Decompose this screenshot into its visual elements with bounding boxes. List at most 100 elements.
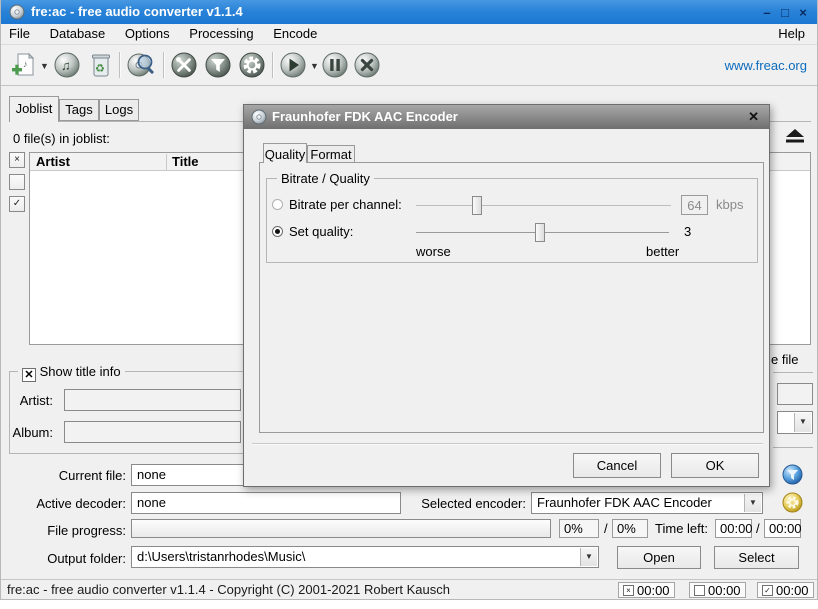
cancel-button[interactable]: Cancel xyxy=(573,453,661,478)
dialog-title: Fraunhofer FDK AAC Encoder xyxy=(272,109,458,124)
active-decoder-label: Active decoder: xyxy=(1,496,126,511)
encoder-config-dialog: Fraunhofer FDK AAC Encoder ✕ Quality For… xyxy=(243,104,770,487)
minimize-button[interactable]: – xyxy=(759,5,775,20)
window-title: fre:ac - free audio converter v1.1.4 xyxy=(31,4,243,19)
time-left-total: 00:00 xyxy=(764,519,801,538)
maximize-button[interactable]: □ xyxy=(777,5,793,20)
quality-slider[interactable] xyxy=(416,232,669,233)
column-title[interactable]: Title xyxy=(172,154,199,169)
better-label: better xyxy=(646,244,679,259)
menu-help[interactable]: Help xyxy=(772,26,811,41)
dialog-titlebar: Fraunhofer FDK AAC Encoder ✕ xyxy=(244,105,769,129)
app-icon xyxy=(9,4,25,20)
bitrate-slider-handle[interactable] xyxy=(472,196,482,215)
quality-slider-handle[interactable] xyxy=(535,223,545,242)
album-label: Album: xyxy=(1,425,53,440)
selected-encoder-select[interactable]: Fraunhofer FDK AAC Encoder ▼ xyxy=(531,492,763,514)
configure-encoder-icon[interactable] xyxy=(238,51,266,79)
artist-label: Artist: xyxy=(1,393,53,408)
bitrate-value-field[interactable]: 64 xyxy=(681,195,708,215)
select-all-glyph: × xyxy=(623,585,634,596)
select-button[interactable]: Select xyxy=(714,546,799,569)
joblist-count: 0 file(s) in joblist: xyxy=(13,131,110,146)
add-files-dropdown-icon[interactable]: ▼ xyxy=(40,61,49,71)
eject-disc-icon[interactable] xyxy=(785,128,805,144)
toolbar-separator xyxy=(119,52,120,78)
right-panel-combo-fragment[interactable]: ▼ xyxy=(777,411,813,434)
selected-time-indicator: × 00:00 xyxy=(618,582,675,598)
select-all-button[interactable]: × xyxy=(9,152,25,168)
stop-conversion-icon[interactable] xyxy=(353,51,381,79)
show-title-info-checkbox[interactable]: ✕ xyxy=(22,368,36,382)
toggle-selection-button[interactable]: ✓ xyxy=(9,196,25,212)
bitrate-radio-label: Bitrate per channel: xyxy=(289,197,402,212)
chevron-down-icon[interactable]: ▼ xyxy=(580,548,597,566)
bitrate-slider[interactable] xyxy=(416,205,671,206)
menu-processing[interactable]: Processing xyxy=(181,24,261,45)
output-folder-select[interactable]: d:\Users\tristanrhodes\Music\ ▼ xyxy=(131,546,599,568)
dialog-icon xyxy=(251,109,267,125)
dialog-tab-quality[interactable]: Quality xyxy=(263,143,307,163)
ok-button[interactable]: OK xyxy=(671,453,759,478)
general-settings-icon[interactable] xyxy=(170,51,198,79)
clear-joblist-icon[interactable]: ♻ xyxy=(89,51,113,79)
current-file-label: Current file: xyxy=(1,468,126,483)
svg-text:♻: ♻ xyxy=(95,63,105,75)
dialog-close-button[interactable]: ✕ xyxy=(748,109,759,125)
start-conversion-icon[interactable] xyxy=(279,51,307,79)
chevron-down-icon[interactable]: ▼ xyxy=(794,413,811,432)
album-field[interactable] xyxy=(64,421,241,443)
show-title-info-row: ✕ Show title info xyxy=(18,364,125,382)
unselected-time: 00:00 xyxy=(708,583,741,598)
tab-joblist[interactable]: Joblist xyxy=(9,96,59,122)
tab-logs[interactable]: Logs xyxy=(99,99,139,121)
add-files-icon[interactable]: ♪ xyxy=(9,51,37,79)
start-dropdown-icon[interactable]: ▼ xyxy=(310,61,319,71)
encoder-settings-gear-icon[interactable] xyxy=(782,492,803,513)
select-none-button[interactable] xyxy=(9,174,25,190)
pause-conversion-icon[interactable] xyxy=(321,51,349,79)
svg-text:♪: ♪ xyxy=(23,59,28,69)
close-button[interactable]: × xyxy=(795,5,811,20)
file-progress-label: File progress: xyxy=(1,523,126,538)
processing-funnel-icon[interactable] xyxy=(782,464,803,485)
unselected-time-indicator: 00:00 xyxy=(689,582,746,598)
menu-options[interactable]: Options xyxy=(117,24,178,45)
chevron-down-icon[interactable]: ▼ xyxy=(744,494,761,512)
right-panel-field-fragment[interactable] xyxy=(777,383,813,405)
selected-encoder-label: Selected encoder: xyxy=(401,496,526,511)
column-artist[interactable]: Artist xyxy=(36,154,70,169)
window-titlebar: fre:ac - free audio converter v1.1.4 – □… xyxy=(1,0,817,24)
toggle-glyph: ✓ xyxy=(762,585,773,596)
right-panel-fragment-label: e file xyxy=(771,352,798,367)
tab-tags[interactable]: Tags xyxy=(59,99,99,121)
artist-field[interactable] xyxy=(64,389,241,411)
toolbar: ♪ ▼ ♫ ♻ xyxy=(1,45,817,86)
total-time: 00:00 xyxy=(776,583,809,598)
menu-database[interactable]: Database xyxy=(42,24,114,45)
bitrate-radio[interactable] xyxy=(272,199,283,210)
toolbar-separator xyxy=(272,52,273,78)
right-panel-group-line xyxy=(773,372,813,373)
time-left-label: Time left: xyxy=(631,521,708,536)
menu-encode[interactable]: Encode xyxy=(265,24,325,45)
cddb-query-icon[interactable] xyxy=(126,51,158,79)
selected-encoder-value: Fraunhofer FDK AAC Encoder xyxy=(537,495,712,510)
open-button[interactable]: Open xyxy=(617,546,701,569)
signal-processing-icon[interactable] xyxy=(204,51,232,79)
bitrate-unit-label: kbps xyxy=(716,197,743,212)
menu-file[interactable]: File xyxy=(1,24,38,45)
time-left-current: 00:00 xyxy=(715,519,752,538)
statusbar-text: fre:ac - free audio converter v1.1.4 - C… xyxy=(7,582,450,597)
column-divider[interactable] xyxy=(166,154,167,170)
selected-time: 00:00 xyxy=(637,583,670,598)
toolbar-separator xyxy=(163,52,164,78)
quality-value: 3 xyxy=(684,224,691,239)
worse-label: worse xyxy=(416,244,451,259)
freac-website-link[interactable]: www.freac.org xyxy=(725,58,807,73)
dialog-tab-format[interactable]: Format xyxy=(307,145,355,162)
svg-text:♫: ♫ xyxy=(61,58,71,73)
quality-radio[interactable] xyxy=(272,226,283,237)
add-audio-cd-icon[interactable]: ♫ xyxy=(53,51,81,79)
file-progress-bar xyxy=(131,519,551,538)
